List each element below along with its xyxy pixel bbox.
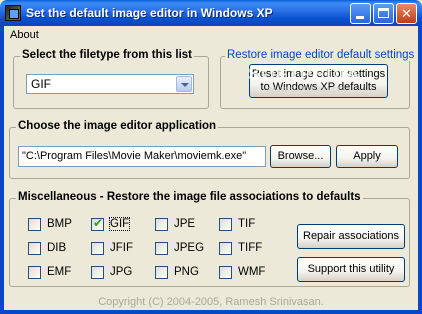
filetype-selected-value: GIF (31, 77, 51, 91)
checkbox-jpg[interactable]: JPG (91, 265, 147, 281)
watermark-logo: SOFTPEDIA (248, 64, 361, 84)
minimize-icon (356, 16, 364, 19)
apply-button-label: Apply (353, 150, 381, 162)
close-button[interactable]: ✕ (396, 3, 417, 24)
checkbox-label: JPE (174, 218, 196, 230)
title-bar[interactable]: Set the default image editor in Windows … (0, 0, 422, 26)
chevron-down-icon[interactable] (176, 76, 192, 92)
window-border-left (0, 26, 4, 314)
checkbox-label: TIF (238, 218, 256, 230)
apply-button[interactable]: Apply (336, 145, 398, 168)
checkbox-box[interactable] (91, 216, 104, 231)
checkbox-label: WMF (238, 266, 266, 278)
filetype-group-label: Select the filetype from this list (20, 49, 194, 61)
checkbox-label: JFIF (110, 242, 133, 254)
checkbox-jpe[interactable]: JPE (155, 217, 211, 233)
repair-associations-button[interactable]: Repair associations (297, 224, 405, 249)
checkbox-tif[interactable]: TIF (219, 217, 275, 233)
checkbox-gif[interactable]: GIF (91, 216, 147, 233)
maximize-button[interactable] (373, 3, 394, 24)
checkbox-label: JPG (110, 266, 133, 278)
window-border-bottom (0, 310, 422, 314)
app-icon[interactable] (5, 5, 21, 21)
checkbox-label: BMP (47, 218, 72, 230)
watermark-url: www.softpedia.com (268, 84, 346, 94)
checkbox-jpeg[interactable]: JPEG (155, 241, 211, 257)
checkbox-jfif[interactable]: JFIF (91, 241, 147, 257)
checkbox-box[interactable] (91, 266, 104, 279)
checkbox-box[interactable] (219, 218, 232, 231)
checkbox-box[interactable] (219, 266, 232, 279)
checkbox-png[interactable]: PNG (155, 265, 211, 281)
checkbox-box[interactable] (28, 266, 41, 279)
checkbox-label: GIF (108, 217, 131, 231)
close-icon: ✕ (401, 6, 412, 21)
checkbox-box[interactable] (155, 266, 168, 279)
copyright-text: Copyright (C) 2004-2005, Ramesh Srinivas… (98, 296, 324, 308)
menu-bar: About (4, 26, 418, 44)
browse-button-label: Browse... (277, 150, 324, 162)
checkbox-bmp[interactable]: BMP (28, 217, 84, 233)
editor-group-label: Choose the image editor application (16, 120, 219, 132)
filetype-select[interactable]: GIF (26, 74, 194, 94)
browse-button[interactable]: Browse... (270, 145, 331, 168)
editor-path-input[interactable]: "C:\Program Files\Movie Maker\moviemk.ex… (18, 146, 266, 167)
checkbox-box[interactable] (91, 242, 104, 255)
checkbox-box[interactable] (155, 218, 168, 231)
checkbox-label: DIB (47, 242, 67, 254)
window-title: Set the default image editor in Windows … (26, 6, 273, 20)
restore-group-label: Restore image editor default settings (225, 49, 417, 61)
menu-about[interactable]: About (10, 29, 39, 41)
checkbox-tiff[interactable]: TIFF (219, 241, 275, 257)
support-utility-button[interactable]: Support this utility (297, 257, 405, 282)
repair-associations-label: Repair associations (303, 230, 399, 242)
checkbox-emf[interactable]: EMF (28, 265, 84, 281)
window-border-right (418, 26, 422, 314)
misc-group-label: Miscellaneous - Restore the image file a… (16, 191, 363, 203)
checkbox-label: TIFF (238, 242, 263, 254)
checkbox-box[interactable] (155, 242, 168, 255)
support-utility-label: Support this utility (307, 263, 395, 275)
checkbox-label: JPEG (174, 242, 205, 254)
checkbox-dib[interactable]: DIB (28, 241, 84, 257)
checkbox-box[interactable] (28, 242, 41, 255)
maximize-icon (378, 8, 389, 18)
checkbox-label: PNG (174, 266, 199, 278)
minimize-button[interactable] (350, 3, 371, 24)
checkbox-wmf[interactable]: WMF (219, 265, 275, 281)
checkbox-box[interactable] (219, 242, 232, 255)
checkbox-label: EMF (47, 266, 72, 278)
checkbox-box[interactable] (28, 218, 41, 231)
